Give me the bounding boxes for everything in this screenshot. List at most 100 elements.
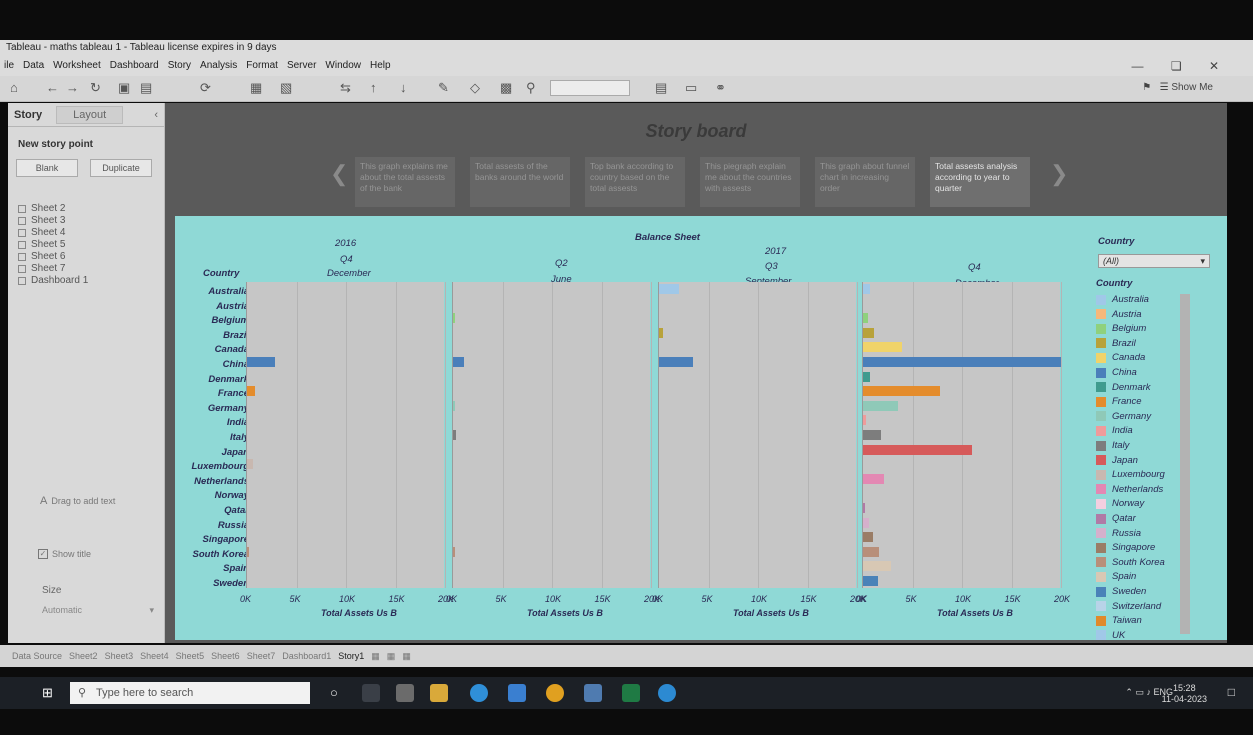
tableau-app-icon[interactable]	[584, 684, 602, 702]
bar-india[interactable]	[863, 415, 866, 426]
bar-italy[interactable]	[863, 430, 881, 440]
legend-item[interactable]: Austria	[1096, 309, 1142, 320]
sheet-tab[interactable]: Story1	[338, 651, 364, 661]
store-icon[interactable]	[396, 684, 414, 702]
mail-icon[interactable]	[508, 684, 526, 702]
legend-item[interactable]: France	[1096, 396, 1142, 407]
menu-item[interactable]: Data	[23, 60, 44, 71]
refresh-icon[interactable]: ⟳	[200, 80, 211, 96]
duplicate-sheet-icon[interactable]: ▧	[280, 80, 292, 96]
prev-story-point-icon[interactable]: ❮	[330, 161, 348, 187]
legend-item[interactable]: Switzerland	[1096, 601, 1161, 612]
legend-item[interactable]: China	[1096, 367, 1137, 378]
bar-france[interactable]	[863, 386, 941, 397]
bar-denmark[interactable]	[863, 371, 870, 382]
legend-scrollbar[interactable]	[1180, 294, 1190, 634]
edge-icon[interactable]	[470, 684, 488, 702]
bar-france[interactable]	[247, 386, 255, 397]
bar-germany[interactable]	[863, 400, 898, 411]
sheet-tab[interactable]: Sheet7	[247, 651, 276, 661]
blank-button[interactable]: Blank	[16, 159, 78, 177]
next-story-point-icon[interactable]: ❯	[1050, 161, 1068, 187]
sheet-tab[interactable]: Sheet4	[140, 651, 169, 661]
sheet-tab[interactable]: Dashboard1	[282, 651, 331, 661]
pin-icon[interactable]: ⚲	[526, 80, 536, 96]
new-worksheet-icon[interactable]: ▦	[250, 80, 262, 96]
bar-australia[interactable]	[863, 284, 870, 294]
tab-layout[interactable]: Layout	[56, 105, 124, 124]
story-point-4[interactable]: This piegraph explain me about the count…	[700, 157, 800, 207]
presentation-icon[interactable]: ▭	[685, 80, 697, 96]
bar-singapore[interactable]	[863, 532, 873, 543]
menu-item[interactable]: Worksheet	[53, 60, 101, 71]
sheet-tab[interactable]: Sheet3	[105, 651, 134, 661]
notification-icon[interactable]: □	[1228, 685, 1235, 699]
legend-item[interactable]: Sweden	[1096, 586, 1146, 597]
cortana-icon[interactable]: ○	[330, 685, 338, 700]
group-icon[interactable]: ◇	[470, 80, 480, 96]
file-explorer-icon[interactable]	[430, 684, 448, 702]
bar-china[interactable]	[247, 357, 275, 367]
legend-item[interactable]: Norway	[1096, 498, 1144, 509]
bar-south-korea[interactable]	[247, 546, 249, 557]
sort-desc-icon[interactable]: ↓	[400, 80, 407, 95]
network-icon[interactable]: ▭	[1135, 687, 1144, 697]
bar-china[interactable]	[453, 357, 464, 367]
new-worksheet-icon[interactable]: ▦	[371, 651, 380, 661]
forward-icon[interactable]: →	[66, 80, 79, 95]
country-filter-dropdown[interactable]: (All) ▾	[1098, 254, 1210, 268]
bar-south-korea[interactable]	[863, 546, 879, 557]
highlight-icon[interactable]: ✎	[438, 80, 449, 96]
bar-brazil[interactable]	[659, 327, 663, 338]
menu-item[interactable]: Server	[287, 60, 316, 71]
taskbar-search[interactable]: ⚲ Type here to search	[70, 682, 310, 704]
tab-story[interactable]: Story	[14, 109, 42, 121]
bar-russia[interactable]	[863, 517, 869, 528]
story-point-5[interactable]: This graph about funnel chart in increas…	[815, 157, 915, 207]
show-title-checkbox[interactable]: ✓ Show title	[38, 549, 91, 559]
duplicate-button[interactable]: Duplicate	[90, 159, 152, 177]
legend-item[interactable]: Germany	[1096, 411, 1151, 422]
story-point-3[interactable]: Top bank according to country based on t…	[585, 157, 685, 207]
bar-belgium[interactable]	[863, 313, 868, 324]
minimize-icon[interactable]: —	[1131, 59, 1143, 73]
collapse-icon[interactable]: ‹	[154, 109, 158, 121]
bar-italy[interactable]	[453, 430, 456, 440]
bar-china[interactable]	[659, 357, 693, 367]
menu-item[interactable]: Format	[246, 60, 278, 71]
save-icon[interactable]: ▣	[118, 80, 130, 96]
menu-item[interactable]: ile	[4, 60, 14, 71]
back-icon[interactable]: ←	[46, 80, 59, 95]
bar-canada[interactable]	[863, 342, 902, 353]
legend-item[interactable]: Spain	[1096, 571, 1136, 582]
windows-start-icon[interactable]: ⊞	[42, 685, 53, 701]
size-dropdown[interactable]: Automatic ▾	[42, 605, 162, 616]
legend-item[interactable]: Denmark	[1096, 382, 1151, 393]
bar-luxembourg[interactable]	[247, 459, 253, 470]
show-me-button[interactable]: ⚑ ☰ Show Me	[1142, 82, 1213, 93]
bar-china[interactable]	[863, 357, 1061, 367]
clock[interactable]: 15:28 11-04-2023	[1162, 683, 1207, 705]
volume-icon[interactable]: ♪	[1146, 687, 1151, 697]
home-icon[interactable]: ⌂	[10, 80, 18, 95]
sheet-item[interactable]: Sheet 5	[18, 239, 88, 251]
sheet-item[interactable]: Sheet 6	[18, 251, 88, 263]
story-point-2[interactable]: Total assests of the banks around the wo…	[470, 157, 570, 207]
legend-item[interactable]: South Korea	[1096, 557, 1165, 568]
dashboard-item[interactable]: Dashboard 1	[18, 275, 88, 287]
legend-item[interactable]: Taiwan	[1096, 615, 1142, 626]
menu-item[interactable]: Analysis	[200, 60, 237, 71]
app-icon[interactable]	[658, 684, 676, 702]
bar-qatar[interactable]	[863, 503, 865, 513]
legend-item[interactable]: Belgium	[1096, 323, 1146, 334]
new-dashboard-icon[interactable]: ▦	[387, 651, 396, 661]
bar-belgium[interactable]	[453, 313, 455, 324]
label-icon[interactable]: ▩	[500, 80, 512, 96]
sheet-tab[interactable]: Data Source	[12, 651, 62, 661]
menu-item[interactable]: Window	[325, 60, 361, 71]
legend-item[interactable]: Brazil	[1096, 338, 1136, 349]
sheet-item[interactable]: Sheet 4	[18, 227, 88, 239]
sheet-tab[interactable]: Sheet6	[211, 651, 240, 661]
legend-item[interactable]: Japan	[1096, 455, 1138, 466]
share-icon[interactable]: ⚭	[715, 80, 726, 96]
